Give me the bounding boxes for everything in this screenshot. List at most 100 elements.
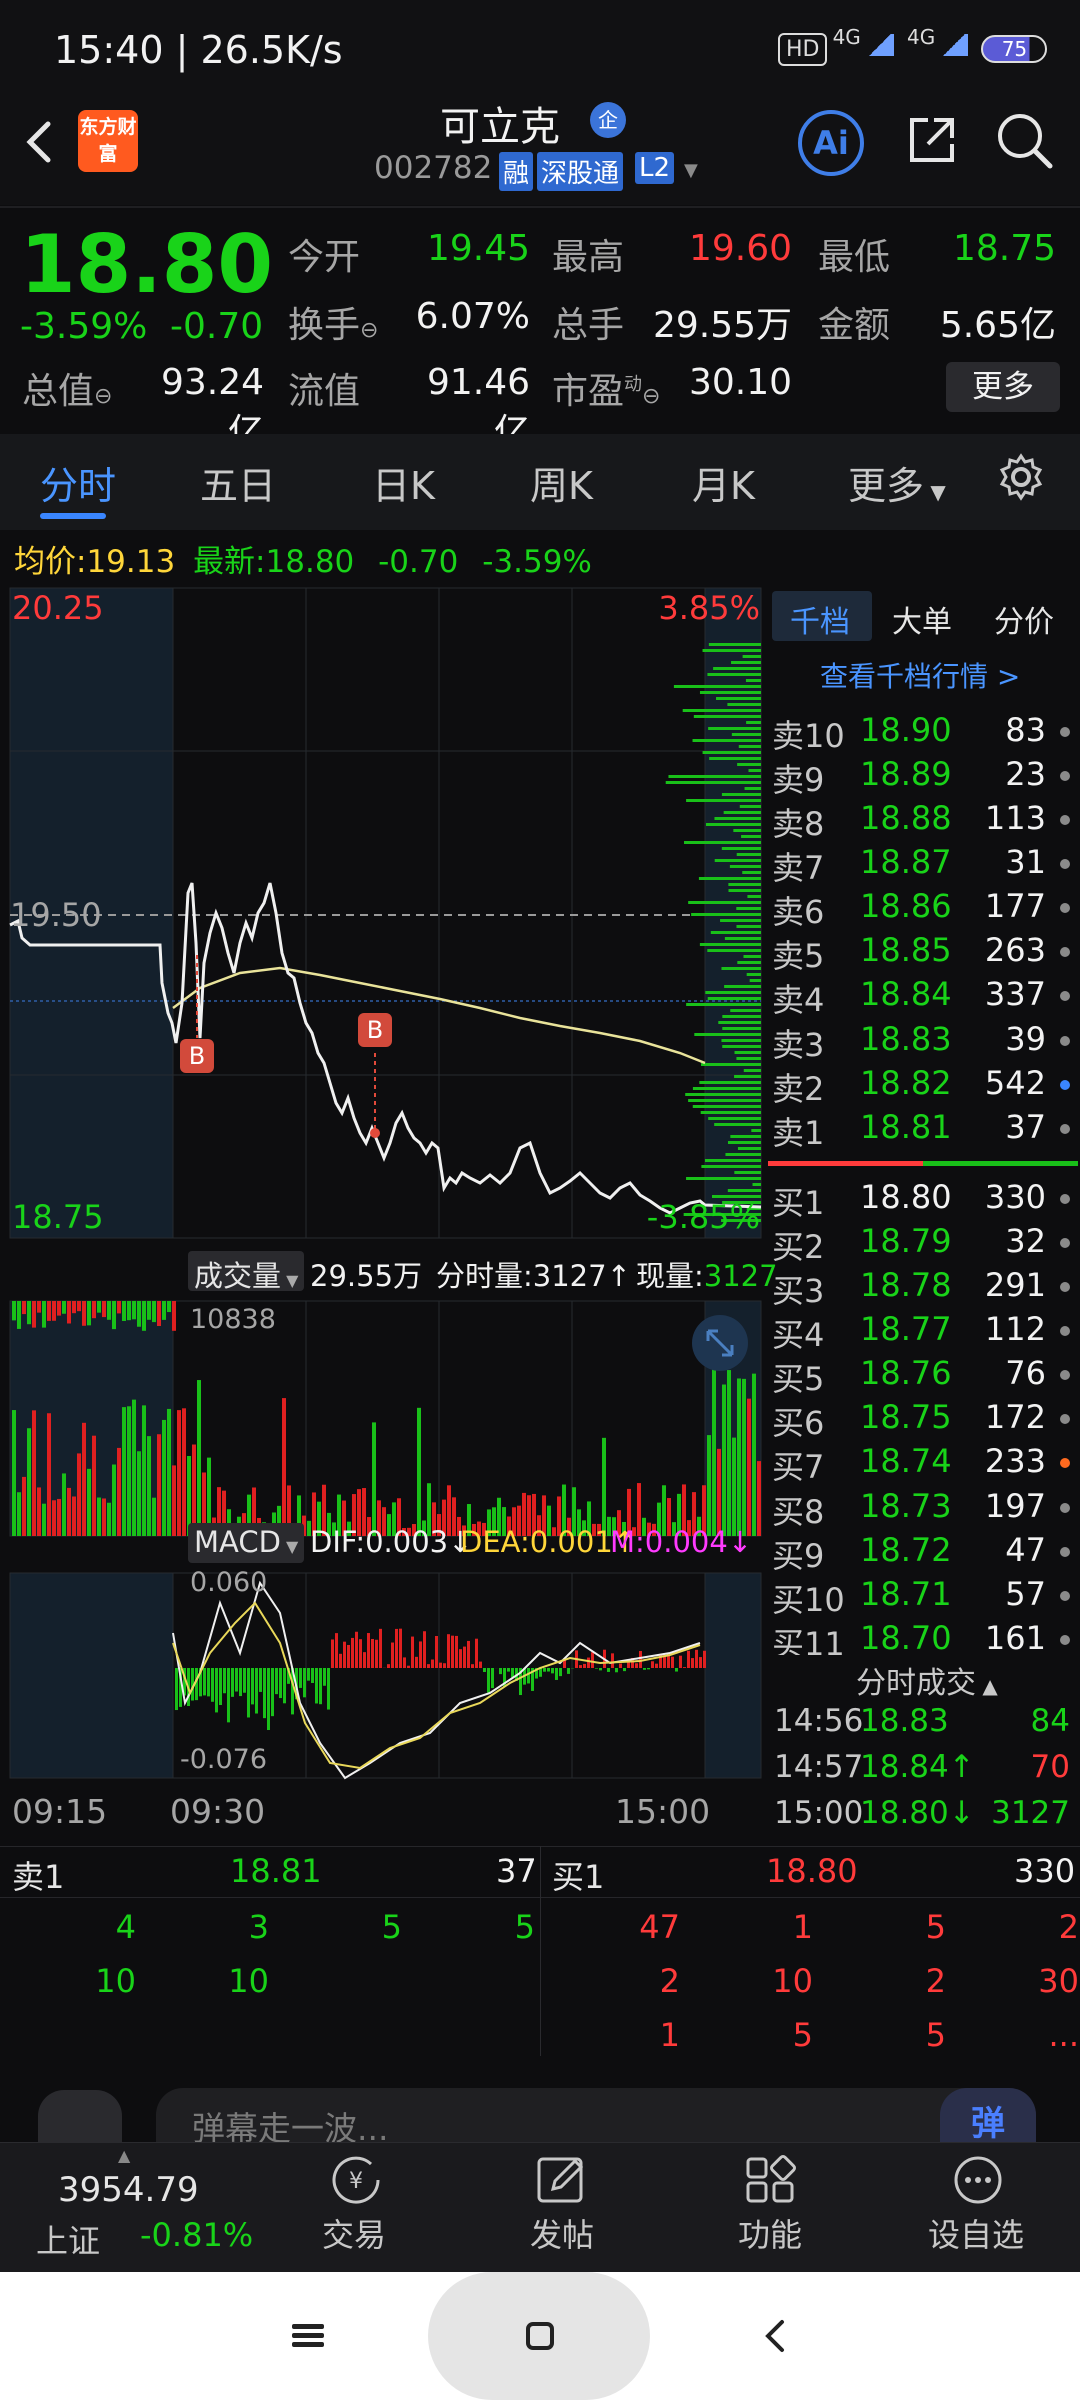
- level-volume: 330: [984, 1178, 1046, 1216]
- bid-row[interactable]: 买3 18.78 291: [766, 1266, 1080, 1310]
- trade-time: 15:00: [774, 1795, 864, 1831]
- menu-icon[interactable]: [290, 2318, 326, 2354]
- back-nav-icon[interactable]: [758, 2316, 794, 2356]
- ask-row[interactable]: 卖6 18.86 177: [766, 887, 1080, 931]
- signal-icon: [865, 34, 894, 56]
- volume-bar: [372, 1422, 376, 1536]
- queue-order: 4: [115, 1908, 136, 1946]
- volume-selector[interactable]: 成交量 ▼: [194, 1253, 298, 1295]
- volume-bar: [47, 1413, 51, 1536]
- level-price: 18.73: [860, 1486, 952, 1525]
- macd-bar: [559, 1668, 562, 1677]
- bid-row[interactable]: 买8 18.73 197: [766, 1487, 1080, 1531]
- depth-bar: [731, 661, 761, 664]
- macd-bar: [607, 1668, 610, 1672]
- chevron-up-icon[interactable]: ▲: [118, 2146, 130, 2165]
- tab-intraday[interactable]: 分时: [40, 455, 116, 510]
- bid-row[interactable]: 买2 18.79 32: [766, 1222, 1080, 1266]
- macd-bar: [639, 1650, 642, 1668]
- gear-icon[interactable]: [996, 452, 1046, 502]
- ask-row[interactable]: 卖10 18.90 83: [766, 711, 1080, 755]
- volume-bar: [142, 1405, 146, 1536]
- bid-row[interactable]: 买9 18.72 47: [766, 1531, 1080, 1575]
- volume-bar: [152, 1301, 156, 1323]
- chevron-down-icon[interactable]: ▼: [684, 160, 698, 181]
- depth-bar: [724, 937, 761, 940]
- add-watchlist-icon[interactable]: [952, 2155, 1004, 2205]
- nav-trade[interactable]: 交易: [322, 2210, 386, 2256]
- index-change[interactable]: -0.81%: [140, 2216, 253, 2254]
- dot-icon: [1060, 1458, 1070, 1469]
- ask-row[interactable]: 卖4 18.84 337: [766, 975, 1080, 1019]
- functions-icon[interactable]: [744, 2155, 796, 2205]
- tab-more[interactable]: 更多 ▼: [848, 455, 946, 510]
- index-value[interactable]: 3954.79: [58, 2170, 199, 2210]
- ask-row[interactable]: 卖1 18.81 37: [766, 1108, 1080, 1152]
- bid-row[interactable]: 买6 18.75 172: [766, 1398, 1080, 1442]
- nav-post[interactable]: 发帖: [530, 2210, 594, 2256]
- bid-row[interactable]: 买5 18.76 76: [766, 1354, 1080, 1398]
- index-name[interactable]: 上证: [36, 2216, 100, 2262]
- depth-bar: [693, 715, 761, 718]
- dot-icon: [1060, 1123, 1070, 1134]
- time-label: 15:00: [615, 1792, 710, 1831]
- queue-order: 47: [639, 1908, 680, 1946]
- home-icon[interactable]: [522, 2318, 558, 2354]
- stock-code: 002782: [374, 150, 493, 186]
- search-icon[interactable]: [994, 110, 1054, 170]
- tab-monthly-k[interactable]: 月K: [692, 455, 755, 510]
- macd-bar: [511, 1668, 514, 1678]
- trade-icon[interactable]: ¥: [326, 2155, 386, 2205]
- tab-large-orders[interactable]: 大单: [892, 597, 952, 641]
- ask-row[interactable]: 卖7 18.87 31: [766, 843, 1080, 887]
- level-label: 卖10: [772, 717, 845, 755]
- level-price: 18.88: [860, 799, 952, 838]
- tab-weekly-k[interactable]: 周K: [530, 455, 593, 510]
- dot-icon: [1060, 1546, 1070, 1557]
- tab-depth[interactable]: 千档: [790, 597, 850, 641]
- trade-price: 18.80↓: [860, 1795, 975, 1831]
- ask-row[interactable]: 卖5 18.85 263: [766, 931, 1080, 975]
- tab-daily-k[interactable]: 日K: [372, 455, 435, 510]
- comment-icon[interactable]: [38, 2090, 122, 2142]
- macd-bar: [279, 1668, 282, 1699]
- more-button[interactable]: 更多: [946, 362, 1060, 412]
- macd-bar: [235, 1668, 238, 1692]
- back-icon[interactable]: [18, 112, 62, 172]
- tab-five-day[interactable]: 五日: [200, 455, 276, 510]
- bid-row[interactable]: 买1 18.80 330: [766, 1178, 1080, 1222]
- nav-functions[interactable]: 功能: [738, 2210, 802, 2256]
- trades-title[interactable]: 分时成交 ▲: [856, 1658, 998, 1702]
- macd-bar: [375, 1639, 378, 1668]
- macd-bar: [623, 1668, 626, 1672]
- l2-tag[interactable]: L2: [635, 152, 675, 184]
- indicator-selector[interactable]: MACD ▼: [194, 1525, 298, 1559]
- macd-bar: [343, 1641, 346, 1668]
- macd-bar: [459, 1649, 462, 1668]
- buy1-label: 买1: [552, 1858, 605, 1896]
- ask-row[interactable]: 卖9 18.89 23: [766, 755, 1080, 799]
- app-logo[interactable]: 东方财富: [78, 110, 138, 172]
- queue-order: 5: [925, 1908, 946, 1946]
- tab-price-split[interactable]: 分价: [994, 597, 1054, 641]
- danmu-button[interactable]: 弹: [940, 2088, 1036, 2144]
- macd-bar: [359, 1639, 362, 1668]
- ask-row[interactable]: 卖3 18.83 39: [766, 1020, 1080, 1064]
- bid-row[interactable]: 买7 18.74 233: [766, 1442, 1080, 1486]
- depth-link[interactable]: 查看千档行情 >: [820, 655, 1020, 695]
- chart-area[interactable]: B B 20.25 3.85% 19.50 18.75 -3.85% 10838…: [0, 583, 766, 1838]
- post-icon[interactable]: [535, 2155, 589, 2205]
- dot-icon: [1060, 1634, 1070, 1645]
- bid-row[interactable]: 买4 18.77 112: [766, 1310, 1080, 1354]
- stock-name: 可立克: [440, 104, 560, 150]
- ask-row[interactable]: 卖8 18.88 113: [766, 799, 1080, 843]
- volume-bar: [132, 1301, 136, 1320]
- ai-icon[interactable]: Ai: [798, 110, 864, 176]
- queue-order: 10: [228, 1962, 269, 2000]
- ask-row[interactable]: 卖2 18.82 542: [766, 1064, 1080, 1108]
- bid-row[interactable]: 买10 18.71 57: [766, 1575, 1080, 1619]
- macd-bar: [635, 1663, 638, 1668]
- nav-add-watchlist[interactable]: 设自选: [928, 2210, 1024, 2256]
- volume-bar: [157, 1301, 161, 1327]
- share-icon[interactable]: [902, 110, 962, 170]
